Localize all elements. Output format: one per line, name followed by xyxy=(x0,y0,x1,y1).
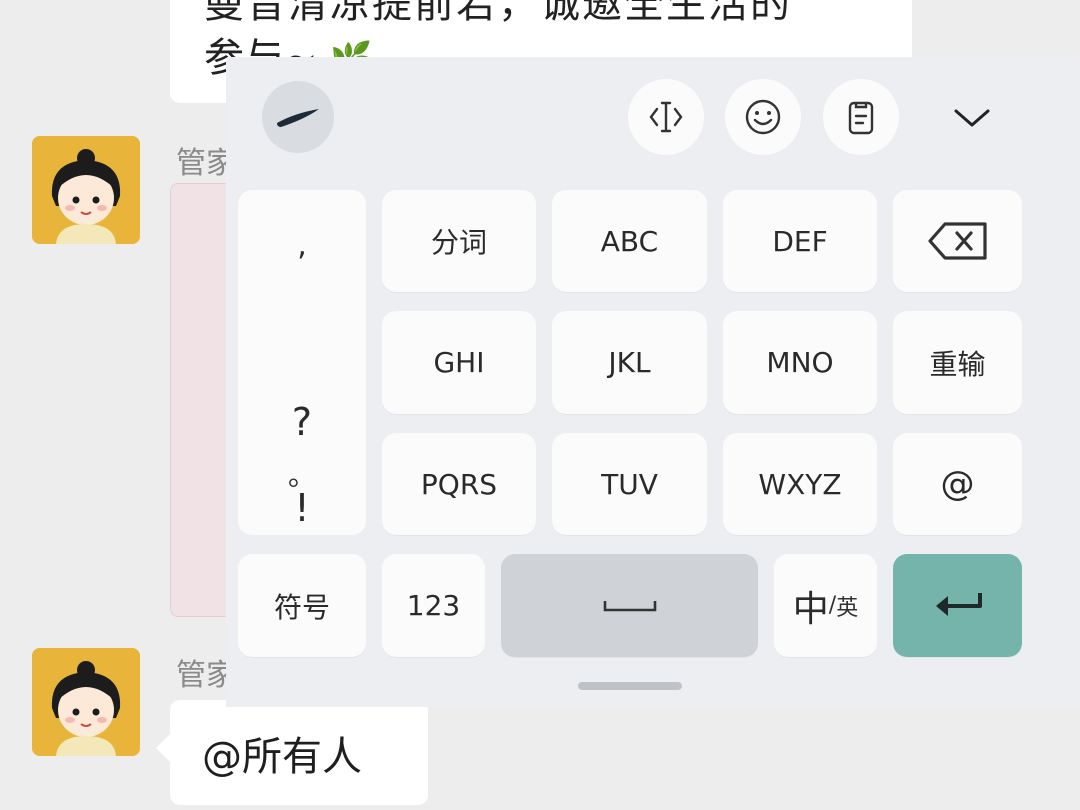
avatar[interactable] xyxy=(32,136,140,244)
punct-exclaim-key[interactable]: ! xyxy=(238,486,366,530)
key-label: ABC xyxy=(600,224,659,258)
punct-comma-key[interactable]: , xyxy=(238,228,366,263)
avatar[interactable] xyxy=(32,648,140,756)
lang-alt-label: 英 xyxy=(836,595,859,621)
mention-text: @所有人 xyxy=(202,733,362,780)
chat-bubble-mention[interactable]: @所有人 xyxy=(156,700,428,805)
chevron-down-icon xyxy=(954,109,990,127)
girl-avatar-icon xyxy=(32,648,140,756)
enter-key[interactable] xyxy=(893,554,1022,657)
key-def[interactable]: DEF xyxy=(723,190,877,292)
keyboard: , 。 ? ! 分词 ABC DEF GHI JKL MNO 重输 PQRS T… xyxy=(226,57,1080,707)
keyboard-handle[interactable] xyxy=(578,682,682,690)
key-label: GHI xyxy=(433,346,485,379)
collapse-keyboard-button[interactable] xyxy=(942,87,1002,147)
key-tuv[interactable]: TUV xyxy=(552,433,707,535)
key-label: 重输 xyxy=(929,347,986,381)
language-switch-key[interactable]: 中 / 英 xyxy=(774,554,877,657)
at-key[interactable]: @ xyxy=(893,433,1022,535)
delete-key[interactable] xyxy=(893,190,1022,292)
space-key[interactable] xyxy=(501,554,758,657)
key-fenci[interactable]: 分词 xyxy=(382,190,536,292)
lang-sep-label: / xyxy=(828,593,837,618)
key-label: 符号 xyxy=(273,590,330,624)
text-cursor-icon xyxy=(649,101,683,133)
key-label: WXYZ xyxy=(758,467,842,501)
key-ghi[interactable]: GHI xyxy=(382,311,536,414)
smiley-icon xyxy=(745,99,781,135)
key-jkl[interactable]: JKL xyxy=(552,311,707,414)
key-label: JKL xyxy=(608,346,651,379)
key-pqrs[interactable]: PQRS xyxy=(382,433,536,535)
key-wxyz[interactable]: WXYZ xyxy=(723,433,877,535)
emoji-button[interactable] xyxy=(725,79,801,155)
keyboard-logo-button[interactable] xyxy=(262,81,334,153)
swoosh-logo-icon xyxy=(277,109,319,127)
key-label: PQRS xyxy=(420,467,498,501)
key-label: DEF xyxy=(772,224,828,258)
punct-question-key[interactable]: ? xyxy=(238,400,366,444)
cursor-control-button[interactable] xyxy=(628,79,704,155)
key-label: 分词 xyxy=(430,226,487,259)
lang-main-label: 中 xyxy=(792,588,829,630)
key-mno[interactable]: MNO xyxy=(723,311,877,414)
girl-avatar-icon xyxy=(32,136,140,244)
clipboard-icon xyxy=(848,101,874,135)
punctuation-column[interactable]: , 。 ? ! xyxy=(238,190,366,535)
key-label: MNO xyxy=(766,346,834,379)
space-bar-icon xyxy=(603,600,656,611)
key-label: @ xyxy=(940,464,975,504)
retype-key[interactable]: 重输 xyxy=(893,311,1022,414)
key-abc[interactable]: ABC xyxy=(552,190,707,292)
enter-arrow-icon xyxy=(935,592,982,616)
numbers-key[interactable]: 123 xyxy=(382,554,485,657)
clipboard-button[interactable] xyxy=(823,79,899,155)
key-label: TUV xyxy=(601,467,658,501)
key-label: 123 xyxy=(406,589,461,622)
symbols-key[interactable]: 符号 xyxy=(238,554,366,657)
backspace-icon xyxy=(927,222,987,260)
